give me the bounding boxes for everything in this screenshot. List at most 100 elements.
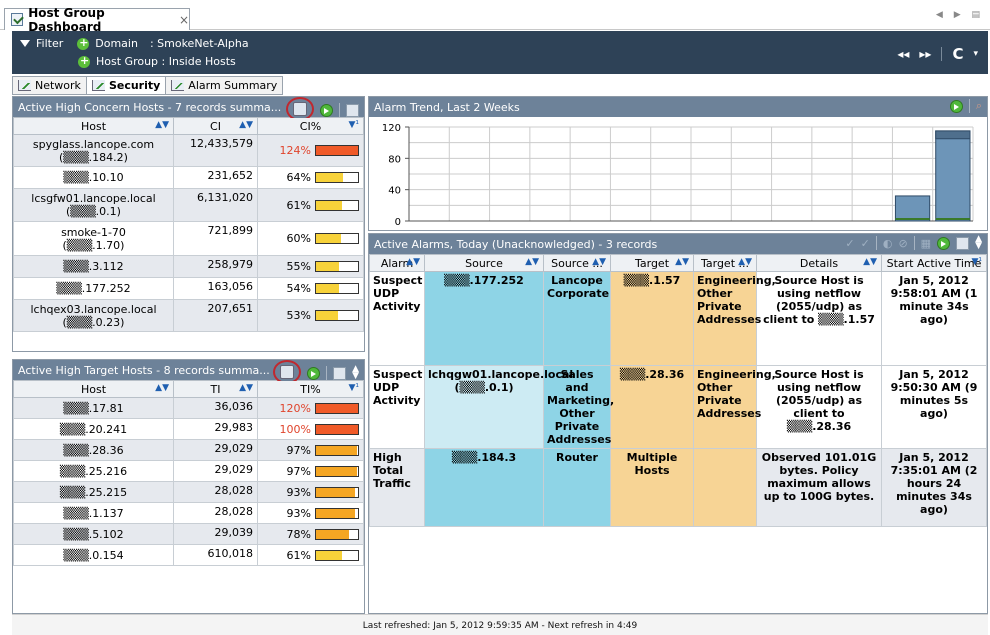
alarm-target: ▒▒▒.1.57 — [610, 271, 694, 366]
tab-alarm-summary[interactable]: Alarm Summary — [165, 76, 284, 95]
alarm-row[interactable]: Suspect UDP Activity lchqgw01.lancope.loc… — [369, 365, 987, 449]
table-row[interactable]: ▒▒▒.177.252 163,056 54% — [13, 277, 364, 300]
unacknowledge-icon[interactable]: ✓ — [861, 237, 870, 250]
column-ti-pct[interactable]: TI% ▼¹ — [257, 380, 364, 398]
ci-bar — [315, 261, 359, 272]
go-icon[interactable] — [949, 99, 963, 113]
host-cell[interactable]: ▒▒▒.1.137 — [13, 502, 174, 524]
column-ti[interactable]: TI ▲▼ — [173, 380, 258, 398]
refresh-icon[interactable]: C — [952, 45, 963, 63]
close-icon[interactable]: × — [179, 13, 189, 27]
host-name: smoke-1-70 — [61, 225, 126, 239]
table-row[interactable]: ▒▒▒.17.81 36,036 120% — [13, 397, 364, 419]
search-icon[interactable]: ⌕ — [976, 99, 982, 113]
host-cell[interactable]: lchqex03.lancope.local (▒▒▒.0.23) — [13, 299, 174, 332]
tab-network[interactable]: Network — [12, 76, 87, 95]
host-cell[interactable]: ▒▒▒.177.252 — [13, 277, 174, 300]
go-icon[interactable] — [307, 366, 321, 380]
go-icon[interactable] — [937, 236, 951, 250]
ci-bar — [315, 172, 359, 183]
dashboard-subtabs: Network Security Alarm Summary — [12, 76, 284, 95]
collapse-icon[interactable]: ▲ ▼ — [352, 365, 359, 381]
alarm-row[interactable]: Suspect UDP Activity ▒▒▒.177.252 Lancope C… — [369, 271, 987, 366]
chart-grid — [408, 126, 974, 222]
column-ci-pct[interactable]: CI% ▼¹ — [257, 117, 364, 135]
snooze-icon[interactable]: ◐ — [883, 237, 893, 250]
ci-pct-cell: 55% — [257, 255, 364, 278]
host-cell[interactable]: ▒▒▒.25.216 — [13, 460, 174, 482]
host-cell[interactable]: ▒▒▒.28.36 — [13, 439, 174, 461]
table-row[interactable]: ▒▒▒.20.241 29,983 100% — [13, 418, 364, 440]
host-name: ▒▒▒.0.154 — [63, 548, 124, 562]
panel-title: Active Alarms, Today (Unacknowledged) - … — [374, 237, 658, 251]
table-row[interactable]: ▒▒▒.1.137 28,028 93% — [13, 502, 364, 524]
table-row[interactable]: ▒▒▒.28.36 29,029 97% — [13, 439, 364, 461]
table-row[interactable]: ▒▒▒.10.10 231,652 64% — [13, 166, 364, 189]
fast-forward-icon[interactable]: ▸▸ — [919, 47, 931, 61]
ti-pct-cell: 97% — [257, 460, 364, 482]
tab-host-group-dashboard[interactable]: Host Group Dashboard × — [4, 6, 190, 34]
column-target[interactable]: Target ▲▼ — [610, 254, 694, 272]
table-row[interactable]: ▒▒▒.3.112 258,979 55% — [13, 255, 364, 278]
column-source[interactable]: Source ▲▼ — [424, 254, 544, 272]
export-icon[interactable] — [346, 103, 359, 117]
filter-icon[interactable] — [20, 40, 30, 47]
host-group-label: Host Group : Inside Hosts — [96, 55, 236, 68]
acknowledge-icon[interactable]: ✓ — [845, 237, 854, 250]
host-cell[interactable]: ▒▒▒.0.154 — [13, 544, 174, 566]
y-tick-label: 80 — [388, 154, 401, 165]
refresh-dropdown-icon[interactable]: ▾ — [973, 49, 978, 59]
ci-pct-cell: 53% — [257, 299, 364, 332]
export-icon[interactable] — [333, 366, 347, 380]
table-row[interactable]: lchqex03.lancope.local (▒▒▒.0.23) 207,651 5… — [13, 299, 364, 332]
ci-pct-cell: 61% — [257, 188, 364, 222]
go-icon[interactable] — [320, 103, 333, 117]
alarm-time: Jan 5, 2012 7:35:01 AM (2 hours 24 minut… — [881, 448, 987, 527]
host-cell[interactable]: spyglass.lancope.com (▒▒▒.184.2) — [13, 134, 174, 167]
tab-security[interactable]: Security — [85, 76, 167, 95]
ci-pct-cell: 64% — [257, 166, 364, 189]
column-details[interactable]: Details ▲▼ — [756, 254, 882, 272]
host-cell[interactable]: ▒▒▒.3.112 — [13, 255, 174, 278]
column-target-group[interactable]: Target ... ▲▼ — [693, 254, 757, 272]
table-row[interactable]: ▒▒▒.25.215 28,028 93% — [13, 481, 364, 503]
column-host[interactable]: Host ▲▼ — [13, 117, 174, 135]
column-source-group[interactable]: Source ... ▲▼ — [543, 254, 611, 272]
column-start-active-time[interactable]: Start Active Time ▼¹ — [881, 254, 987, 272]
alarm-details: Observed 101.01G bytes. Policy maximum a… — [756, 448, 882, 527]
collapse-icon[interactable]: ▲ ▼ — [975, 235, 982, 251]
table-row[interactable]: smoke-1-70 (▒▒▒.1.70) 721,899 60% — [13, 221, 364, 256]
host-cell[interactable]: ▒▒▒.25.215 — [13, 481, 174, 503]
rewind-icon[interactable]: ◂◂ — [897, 47, 909, 61]
host-cell[interactable]: lcsgfw01.lancope.local (▒▒▒.0.1) — [13, 188, 174, 222]
alarm-source-group: Router — [543, 448, 611, 527]
host-name: spyglass.lancope.com — [32, 137, 155, 151]
ci-pct: 54% — [286, 282, 311, 295]
table-row[interactable]: lcsgfw01.lancope.local (▒▒▒.0.1) 6,131,020… — [13, 188, 364, 222]
host-cell[interactable]: ▒▒▒.20.241 — [13, 418, 174, 440]
clear-icon[interactable]: ⊘ — [898, 237, 907, 250]
table-row[interactable]: ▒▒▒.25.216 29,029 97% — [13, 460, 364, 482]
host-cell[interactable]: ▒▒▒.17.81 — [13, 397, 174, 419]
column-host[interactable]: Host ▲▼ — [13, 380, 174, 398]
filter-label[interactable]: Filter — [36, 37, 63, 50]
host-ip: (▒▒▒.0.1) — [66, 205, 121, 218]
alarm-row[interactable]: High Total Traffic ▒▒▒.184.3 Router Multipl… — [369, 448, 987, 527]
column-ci[interactable]: CI ▲▼ — [173, 117, 258, 135]
host-cell[interactable]: ▒▒▒.5.102 — [13, 523, 174, 545]
table-row[interactable]: spyglass.lancope.com (▒▒▒.184.2) 12,433,57… — [13, 134, 364, 167]
tab-nav-controls[interactable]: ◀ ▶ ▤ — [936, 10, 984, 20]
ci-pct: 64% — [286, 171, 311, 184]
table-row[interactable]: ▒▒▒.0.154 610,018 61% — [13, 544, 364, 566]
tab-title: Host Group Dashboard — [28, 5, 105, 34]
column-alarm[interactable]: Alarm ▲▼ — [369, 254, 425, 272]
table-row[interactable]: ▒▒▒.5.102 29,039 78% — [13, 523, 364, 545]
host-name: lcsgfw01.lancope.local — [31, 192, 156, 205]
host-cell[interactable]: ▒▒▒.10.10 — [13, 166, 174, 189]
filter-header: Filter Domain : SmokeNet-Alpha Host Grou… — [12, 31, 988, 74]
export-icon[interactable] — [956, 236, 970, 250]
host-cell[interactable]: smoke-1-70 (▒▒▒.1.70) — [13, 221, 174, 256]
ci-pct: 61% — [286, 198, 311, 212]
columns-icon[interactable]: ▦ — [921, 237, 931, 250]
y-tick-label: 0 — [395, 217, 401, 228]
